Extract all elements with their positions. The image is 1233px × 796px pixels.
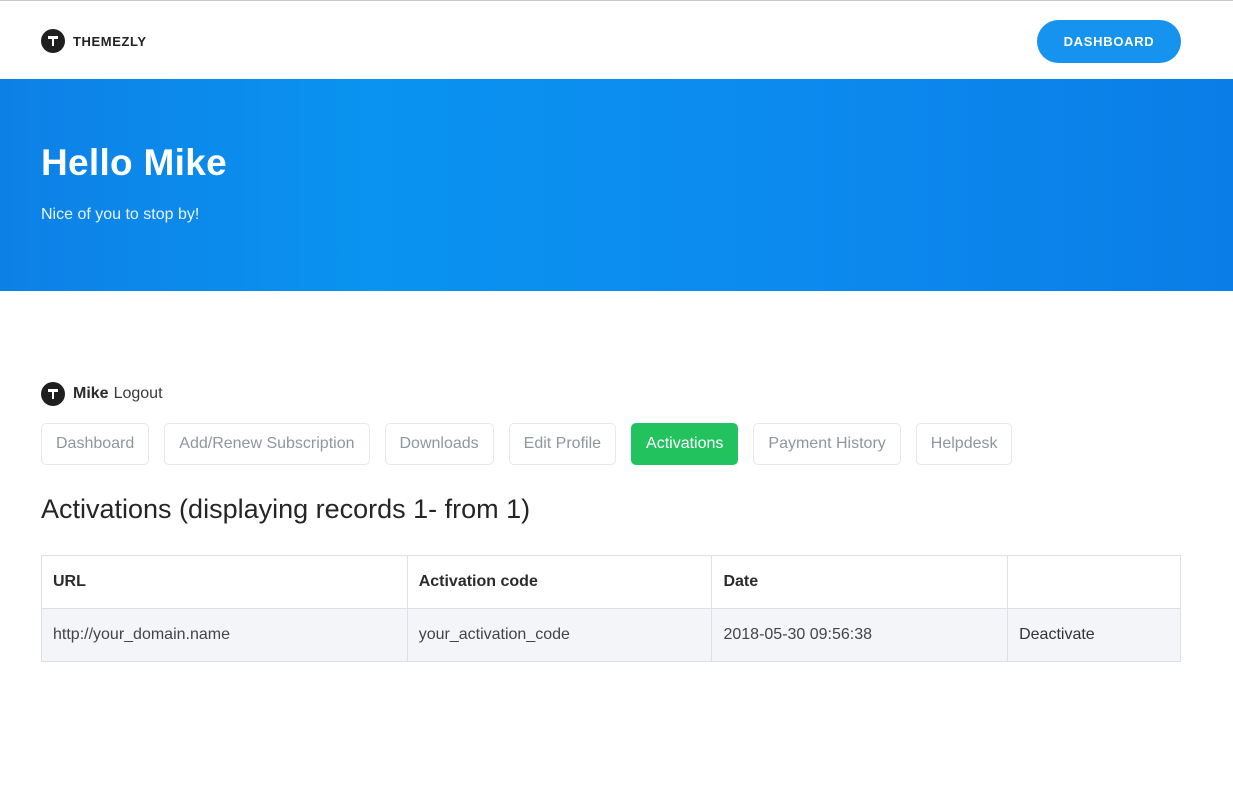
column-header-action xyxy=(1007,555,1181,609)
table-header-row: URL Activation code Date xyxy=(41,555,1181,609)
tab-dashboard[interactable]: Dashboard xyxy=(41,423,150,465)
column-header-activation-code: Activation code xyxy=(406,555,713,609)
cell-date: 2018-05-30 09:56:38 xyxy=(711,608,1009,662)
themezly-logo-icon xyxy=(41,29,65,53)
column-header-date: Date xyxy=(711,555,1009,609)
tab-add-renew-subscription[interactable]: Add/Renew Subscription xyxy=(164,423,370,465)
cell-action: Deactivate xyxy=(1007,608,1181,662)
account-tabs: Dashboard Add/Renew Subscription Downloa… xyxy=(41,423,1027,465)
cell-url: http://your_domain.name xyxy=(41,608,408,662)
logout-link[interactable]: Logout xyxy=(114,385,163,403)
tab-edit-profile[interactable]: Edit Profile xyxy=(508,423,617,465)
tab-helpdesk[interactable]: Helpdesk xyxy=(915,423,1013,465)
column-header-url: URL xyxy=(41,555,408,609)
brand-name: THEMEZLY xyxy=(73,33,147,49)
user-row: Mike Logout xyxy=(41,382,163,406)
hero-subtitle: Nice of you to stop by! xyxy=(41,206,200,223)
hero-title: Hello Mike xyxy=(41,142,227,183)
cell-activation-code: your_activation_code xyxy=(406,608,713,662)
section-title: Activations (displaying records 1- from … xyxy=(41,494,531,524)
tab-downloads[interactable]: Downloads xyxy=(384,423,494,465)
site-header: THEMEZLY DASHBOARD xyxy=(0,1,1233,79)
table-row: http://your_domain.name your_activation_… xyxy=(41,608,1181,662)
user-name: Mike xyxy=(73,385,109,402)
brand[interactable]: THEMEZLY xyxy=(41,29,147,53)
tab-activations[interactable]: Activations xyxy=(631,423,739,465)
deactivate-link[interactable]: Deactivate xyxy=(1019,626,1095,643)
avatar-icon xyxy=(41,382,65,406)
dashboard-button[interactable]: DASHBOARD xyxy=(1037,20,1181,63)
tab-payment-history[interactable]: Payment History xyxy=(753,423,901,465)
hero-banner: Hello Mike Nice of you to stop by! xyxy=(0,79,1233,291)
activations-table: URL Activation code Date http://your_dom… xyxy=(41,555,1181,662)
